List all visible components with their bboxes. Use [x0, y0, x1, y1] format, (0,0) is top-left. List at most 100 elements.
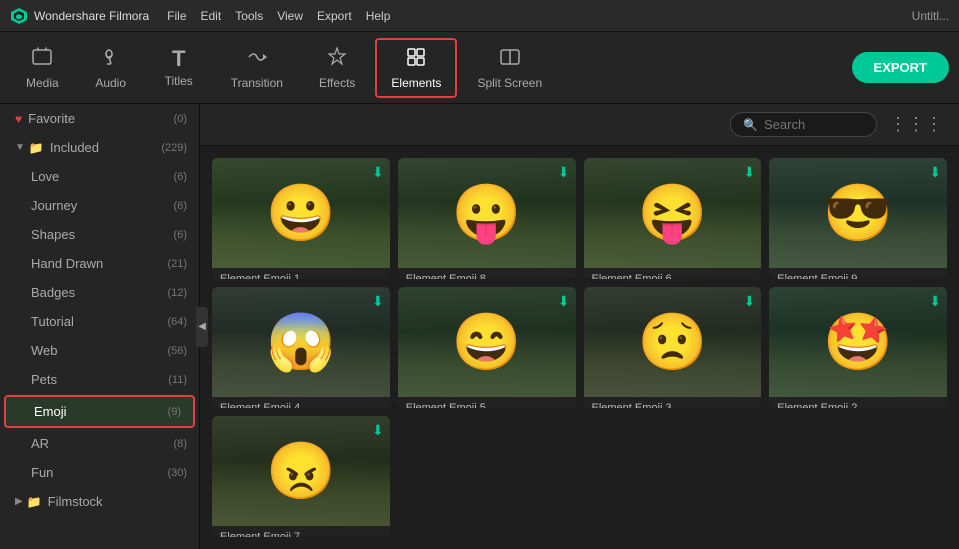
- export-button[interactable]: EXPORT: [852, 52, 949, 83]
- sidebar-count-handdrawn: (21): [167, 258, 187, 270]
- sidebar-item-pets[interactable]: Pets(11): [0, 365, 199, 394]
- element-thumb-3: 😟 ⬇: [584, 287, 762, 397]
- element-card-7[interactable]: 😠 ⬇ Element Emoji 7: [212, 416, 390, 537]
- media-icon: [31, 46, 53, 72]
- menu-help[interactable]: Help: [366, 9, 391, 23]
- content-header: 🔍 ⋮⋮⋮: [200, 104, 959, 146]
- app-name: Wondershare Filmora: [34, 9, 149, 23]
- search-input[interactable]: [764, 117, 864, 132]
- elements-label: Elements: [391, 76, 441, 90]
- download-icon-3: ⬇: [744, 293, 756, 310]
- sidebar-count-ar: (8): [174, 438, 187, 450]
- sidebar-item-included[interactable]: ▼📁Included(229): [0, 133, 199, 162]
- sidebar-collapse-arrow[interactable]: ◀: [196, 307, 208, 347]
- sidebar-item-ar[interactable]: AR (8): [0, 429, 199, 458]
- element-name-2: Element Emoji 2: [769, 397, 947, 408]
- elements-grid: 😀 ⬇ Element Emoji 1 😛 ⬇ Element Emoji 8 …: [200, 146, 959, 549]
- element-name-1: Element Emoji 1: [212, 268, 390, 279]
- sidebar-count-journey: (6): [174, 200, 187, 212]
- element-emoji-7: 😠: [266, 443, 336, 499]
- sidebar-label-included: Included: [50, 140, 157, 155]
- sidebar-count-fun: (30): [167, 467, 187, 479]
- toolbar-splitscreen[interactable]: Split Screen: [461, 38, 558, 98]
- sidebar-item-badges[interactable]: Badges(12): [0, 278, 199, 307]
- sidebar-item-emoji[interactable]: Emoji(9): [4, 395, 195, 428]
- sidebar-item-handdrawn[interactable]: Hand Drawn (21): [0, 249, 199, 278]
- toolbar-elements[interactable]: Elements: [375, 38, 457, 98]
- toolbar-media[interactable]: Media: [10, 38, 75, 98]
- element-card-4[interactable]: 😱 ⬇ Element Emoji 4: [212, 287, 390, 408]
- sidebar: ♥Favorite(0)▼📁Included(229)Love(6)Journe…: [0, 104, 200, 549]
- element-name-8: Element Emoji 8: [398, 268, 576, 279]
- element-thumb-7: 😠 ⬇: [212, 416, 390, 526]
- element-emoji-1: 😀: [266, 185, 336, 241]
- element-emoji-8: 😛: [452, 185, 522, 241]
- element-emoji-4: 😱: [266, 314, 336, 370]
- menu-export[interactable]: Export: [317, 9, 352, 23]
- element-card-5[interactable]: 😄 ⬇ Element Emoji 5: [398, 287, 576, 408]
- transition-icon: [246, 46, 268, 72]
- sidebar-item-web[interactable]: Web(56): [0, 336, 199, 365]
- sidebar-label-ar: AR: [31, 436, 170, 451]
- menu-edit[interactable]: Edit: [201, 9, 222, 23]
- element-card-9[interactable]: 😎 ⬇ Element Emoji 9: [769, 158, 947, 279]
- sidebar-item-journey[interactable]: Journey(6): [0, 191, 199, 220]
- element-thumb-1: 😀 ⬇: [212, 158, 390, 268]
- download-icon-9: ⬇: [929, 164, 941, 181]
- element-card-3[interactable]: 😟 ⬇ Element Emoji 3: [584, 287, 762, 408]
- sidebar-label-pets: Pets: [31, 372, 164, 387]
- element-emoji-9: 😎: [823, 185, 893, 241]
- menu-view[interactable]: View: [277, 9, 303, 23]
- element-emoji-3: 😟: [638, 314, 708, 370]
- sidebar-label-favorite: Favorite: [28, 111, 169, 126]
- heart-icon: ♥: [15, 112, 22, 126]
- element-card-1[interactable]: 😀 ⬇ Element Emoji 1: [212, 158, 390, 279]
- titles-icon: T: [172, 48, 185, 70]
- effects-label: Effects: [319, 76, 355, 90]
- sidebar-item-shapes[interactable]: Shapes(6): [0, 220, 199, 249]
- grid-view-icon[interactable]: ⋮⋮⋮: [889, 114, 943, 135]
- arrow-icon: ▶: [15, 496, 23, 507]
- element-card-8[interactable]: 😛 ⬇ Element Emoji 8: [398, 158, 576, 279]
- effects-icon: [326, 46, 348, 72]
- menu-tools[interactable]: Tools: [235, 9, 263, 23]
- download-icon-5: ⬇: [558, 293, 570, 310]
- logo-icon: [10, 7, 28, 25]
- sidebar-item-love[interactable]: Love(6): [0, 162, 199, 191]
- element-name-4: Element Emoji 4: [212, 397, 390, 408]
- main-area: ♥Favorite(0)▼📁Included(229)Love(6)Journe…: [0, 104, 959, 549]
- download-icon-7: ⬇: [372, 422, 384, 439]
- splitscreen-label: Split Screen: [477, 76, 542, 90]
- sidebar-item-fun[interactable]: Fun(30): [0, 458, 199, 487]
- sidebar-count-web: (56): [167, 345, 187, 357]
- audio-label: Audio: [95, 76, 126, 90]
- toolbar-titles[interactable]: T Titles: [147, 38, 211, 98]
- sidebar-label-love: Love: [31, 169, 170, 184]
- sidebar-item-tutorial[interactable]: Tutorial(64): [0, 307, 199, 336]
- titles-label: Titles: [165, 74, 193, 88]
- folder-icon: 📁: [27, 495, 42, 509]
- sidebar-count-shapes: (6): [174, 229, 187, 241]
- menu-file[interactable]: File: [167, 9, 186, 23]
- element-name-9: Element Emoji 9: [769, 268, 947, 279]
- sidebar-label-badges: Badges: [31, 285, 163, 300]
- download-icon-6: ⬇: [744, 164, 756, 181]
- title-bar: Wondershare Filmora File Edit Tools View…: [0, 0, 959, 32]
- toolbar-transition[interactable]: Transition: [215, 38, 299, 98]
- element-name-3: Element Emoji 3: [584, 397, 762, 408]
- toolbar-effects[interactable]: Effects: [303, 38, 371, 98]
- element-card-6[interactable]: 😝 ⬇ Element Emoji 6: [584, 158, 762, 279]
- sidebar-item-favorite[interactable]: ♥Favorite(0): [0, 104, 199, 133]
- search-box[interactable]: 🔍: [730, 112, 877, 137]
- element-thumb-6: 😝 ⬇: [584, 158, 762, 268]
- app-logo: Wondershare Filmora: [10, 7, 149, 25]
- element-card-2[interactable]: 🤩 ⬇ Element Emoji 2: [769, 287, 947, 408]
- sidebar-item-filmstock[interactable]: ▶📁Filmstock: [0, 487, 199, 516]
- menu-bar[interactable]: File Edit Tools View Export Help: [167, 9, 390, 23]
- element-thumb-8: 😛 ⬇: [398, 158, 576, 268]
- splitscreen-icon: [499, 46, 521, 72]
- download-icon-2: ⬇: [929, 293, 941, 310]
- sidebar-label-tutorial: Tutorial: [31, 314, 163, 329]
- sidebar-label-handdrawn: Hand Drawn: [31, 256, 163, 271]
- toolbar-audio[interactable]: Audio: [79, 38, 143, 98]
